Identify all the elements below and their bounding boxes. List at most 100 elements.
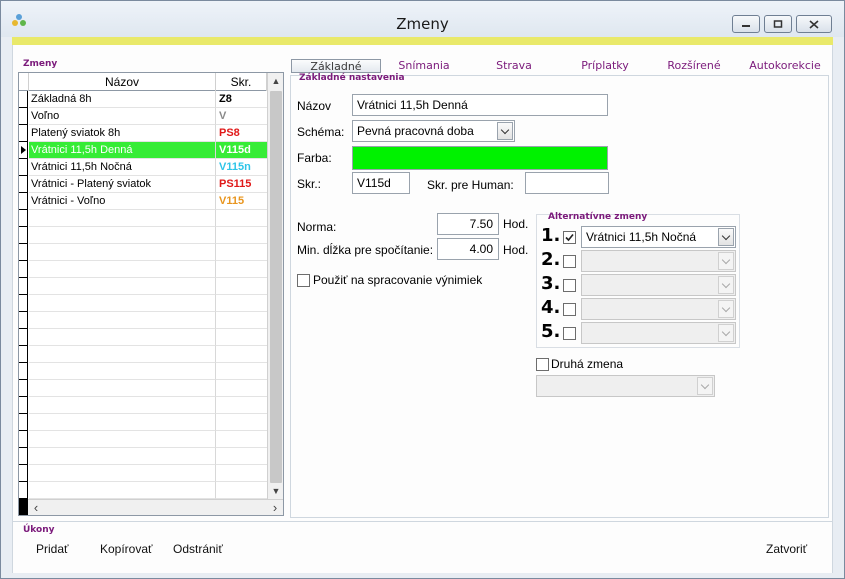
second-shift-checkbox[interactable] bbox=[536, 358, 549, 371]
cell-code[interactable]: V115d bbox=[216, 142, 267, 159]
table-row[interactable]: Vrátnici - Platený sviatok PS115 bbox=[19, 176, 267, 193]
table-row-empty[interactable] bbox=[19, 261, 267, 278]
second-shift-dropdown-button[interactable] bbox=[697, 377, 713, 395]
table-row-empty[interactable] bbox=[19, 210, 267, 227]
cell-code[interactable]: V bbox=[216, 108, 267, 125]
cell-code[interactable] bbox=[216, 261, 267, 278]
table-row[interactable]: Platený sviatok 8h PS8 bbox=[19, 125, 267, 142]
cell-code[interactable]: PS115 bbox=[216, 176, 267, 193]
scrollbar-thumb[interactable] bbox=[270, 91, 282, 483]
table-row[interactable]: Voľno V bbox=[19, 108, 267, 125]
cell-name[interactable]: Vrátnici - Platený sviatok bbox=[29, 176, 216, 193]
name-field[interactable]: Vrátnici 11,5h Denná bbox=[352, 94, 608, 116]
cell-code[interactable] bbox=[216, 346, 267, 363]
alternative-checkbox[interactable] bbox=[563, 327, 576, 340]
cell-code[interactable]: V115n bbox=[216, 159, 267, 176]
table-row-empty[interactable] bbox=[19, 380, 267, 397]
table-row-empty[interactable] bbox=[19, 244, 267, 261]
scroll-up-icon[interactable]: ▲ bbox=[268, 73, 284, 90]
table-row-empty[interactable] bbox=[19, 278, 267, 295]
cell-code[interactable] bbox=[216, 397, 267, 414]
cell-code[interactable] bbox=[216, 465, 267, 482]
cell-code[interactable] bbox=[216, 363, 267, 380]
tab-1[interactable]: Snímania bbox=[393, 59, 455, 73]
cell-name[interactable]: Platený sviatok 8h bbox=[29, 125, 216, 142]
code-field[interactable]: V115d bbox=[352, 172, 410, 194]
cell-code[interactable] bbox=[216, 312, 267, 329]
cell-code[interactable] bbox=[216, 210, 267, 227]
cell-name[interactable] bbox=[29, 380, 216, 397]
cell-code[interactable] bbox=[216, 380, 267, 397]
alternative-select[interactable] bbox=[581, 298, 736, 320]
cell-code[interactable] bbox=[216, 431, 267, 448]
cell-code[interactable] bbox=[216, 482, 267, 499]
cell-code[interactable]: PS8 bbox=[216, 125, 267, 142]
schema-select[interactable]: Pevná pracovná doba bbox=[352, 120, 515, 142]
cell-name[interactable]: Voľno bbox=[29, 108, 216, 125]
cell-name[interactable] bbox=[29, 312, 216, 329]
shifts-grid[interactable]: Názov Skr. Základná 8h Z8 Voľno V Platený sv… bbox=[18, 72, 284, 516]
cell-name[interactable]: Vrátnici 11,5h Nočná bbox=[29, 159, 216, 176]
add-button[interactable]: Pridať bbox=[36, 542, 69, 556]
scroll-right-icon[interactable]: › bbox=[267, 500, 283, 516]
table-row-empty[interactable] bbox=[19, 431, 267, 448]
cell-name[interactable] bbox=[29, 431, 216, 448]
alternative-dropdown-button[interactable] bbox=[718, 324, 734, 342]
table-row-empty[interactable] bbox=[19, 465, 267, 482]
cell-name[interactable] bbox=[29, 329, 216, 346]
tab-3[interactable]: Príplatky bbox=[571, 59, 639, 73]
cell-name[interactable] bbox=[29, 244, 216, 261]
table-row-empty[interactable] bbox=[19, 397, 267, 414]
table-row-empty[interactable] bbox=[19, 329, 267, 346]
cell-name[interactable]: Základná 8h bbox=[29, 91, 216, 108]
cell-code[interactable] bbox=[216, 244, 267, 261]
alternative-checkbox[interactable] bbox=[563, 255, 576, 268]
cell-name[interactable] bbox=[29, 482, 216, 499]
column-header-code[interactable]: Skr. bbox=[216, 73, 267, 91]
table-row-empty[interactable] bbox=[19, 482, 267, 499]
cell-name[interactable] bbox=[29, 448, 216, 465]
grid-horizontal-scrollbar[interactable]: ‹ › bbox=[28, 499, 283, 515]
cell-name[interactable] bbox=[29, 295, 216, 312]
table-row-empty[interactable] bbox=[19, 448, 267, 465]
table-row-empty[interactable] bbox=[19, 414, 267, 431]
alternative-dropdown-button[interactable] bbox=[718, 252, 734, 270]
cell-code[interactable] bbox=[216, 414, 267, 431]
tab-2[interactable]: Strava bbox=[486, 59, 542, 73]
cell-code[interactable] bbox=[216, 329, 267, 346]
scroll-left-icon[interactable]: ‹ bbox=[28, 500, 44, 516]
alternative-dropdown-button[interactable] bbox=[718, 228, 734, 246]
cell-name[interactable]: Vrátnici - Voľno bbox=[29, 193, 216, 210]
cell-code[interactable] bbox=[216, 227, 267, 244]
table-row[interactable]: Vrátnici 11,5h Nočná V115n bbox=[19, 159, 267, 176]
copy-button[interactable]: Kopírovať bbox=[100, 542, 153, 556]
alternative-select[interactable] bbox=[581, 250, 736, 272]
alternative-select[interactable]: Vrátnici 11,5h Nočná bbox=[581, 226, 736, 248]
alternative-checkbox[interactable] bbox=[563, 303, 576, 316]
cell-name[interactable] bbox=[29, 210, 216, 227]
remove-button[interactable]: Odstrániť bbox=[173, 542, 223, 556]
grid-vertical-scrollbar[interactable]: ▲ ▼ bbox=[267, 73, 283, 499]
cell-code[interactable]: V115 bbox=[216, 193, 267, 210]
table-row-empty[interactable] bbox=[19, 363, 267, 380]
table-row[interactable]: Základná 8h Z8 bbox=[19, 91, 267, 108]
maximize-button[interactable] bbox=[764, 15, 792, 33]
tab-4[interactable]: Rozšírené bbox=[658, 59, 730, 73]
table-row-empty[interactable] bbox=[19, 346, 267, 363]
table-row-empty[interactable] bbox=[19, 227, 267, 244]
cell-name[interactable] bbox=[29, 278, 216, 295]
table-row[interactable]: Vrátnici - Voľno V115 bbox=[19, 193, 267, 210]
column-header-name[interactable]: Názov bbox=[29, 73, 216, 91]
exceptions-checkbox[interactable] bbox=[297, 274, 310, 287]
human-code-field[interactable] bbox=[525, 172, 609, 194]
cell-name[interactable] bbox=[29, 363, 216, 380]
alternative-checkbox[interactable] bbox=[563, 231, 576, 244]
minimize-button[interactable] bbox=[732, 15, 760, 33]
table-row[interactable]: Vrátnici 11,5h Denná V115d bbox=[19, 142, 267, 159]
alternative-checkbox[interactable] bbox=[563, 279, 576, 292]
alternative-select[interactable] bbox=[581, 274, 736, 296]
table-row-empty[interactable] bbox=[19, 312, 267, 329]
cell-name[interactable] bbox=[29, 414, 216, 431]
cell-name[interactable]: Vrátnici 11,5h Denná bbox=[29, 142, 216, 159]
close-button[interactable]: Zatvoriť bbox=[766, 542, 807, 556]
